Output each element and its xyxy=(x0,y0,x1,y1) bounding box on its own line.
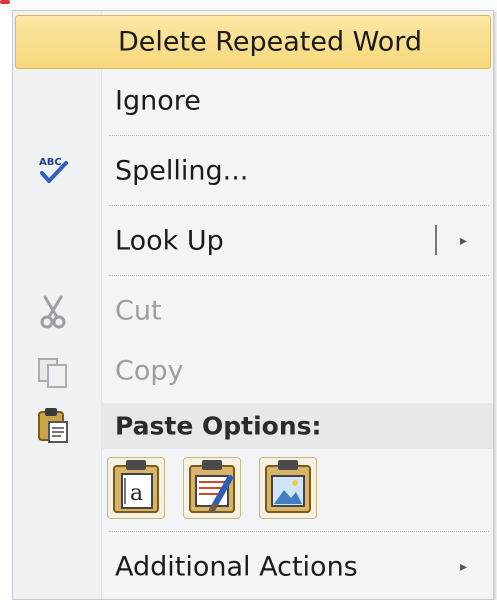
menu-separator xyxy=(109,205,489,206)
menu-item-label: Additional Actions xyxy=(115,551,358,583)
menu-item-copy[interactable]: Copy xyxy=(13,343,493,399)
menu-separator xyxy=(109,275,489,276)
menu-item-label: Copy xyxy=(115,355,184,387)
paste-icon xyxy=(33,406,73,446)
paste-keep-text-only-button[interactable]: a xyxy=(107,457,165,519)
submenu-arrow-icon: ▸ xyxy=(459,233,467,249)
svg-text:a: a xyxy=(130,481,143,506)
spellcheck-icon: ABC xyxy=(33,151,73,191)
paste-picture-button[interactable] xyxy=(259,457,317,519)
menu-item-ignore[interactable]: Ignore xyxy=(13,73,493,129)
menu-item-look-up[interactable]: Look Up ▸ xyxy=(13,213,493,269)
menu-item-additional-actions[interactable]: Additional Actions ▸ xyxy=(13,539,493,595)
paste-merge-formatting-button[interactable] xyxy=(183,457,241,519)
menu-separator xyxy=(109,531,489,532)
picture-icon xyxy=(265,460,311,513)
menu-separator xyxy=(109,135,489,136)
menu-item-label: Delete Repeated Word xyxy=(118,26,423,58)
keep-text-only-icon: a xyxy=(113,460,159,513)
menu-item-label: Ignore xyxy=(115,85,201,117)
menu-item-cut[interactable]: Cut xyxy=(13,283,493,339)
scissors-icon xyxy=(33,291,73,331)
menu-item-label: Cut xyxy=(115,295,162,327)
menu-item-label: Look Up xyxy=(115,225,224,257)
submenu-divider xyxy=(435,225,437,255)
menu-item-label: Spelling... xyxy=(115,155,249,187)
menu-item-delete-repeated-word[interactable]: Delete Repeated Word xyxy=(15,15,491,69)
paste-options-header: Paste Options: xyxy=(101,403,493,449)
submenu-arrow-icon: ▸ xyxy=(459,559,467,575)
context-menu: Delete Repeated Word Ignore ABC Spelling… xyxy=(12,10,494,600)
spelling-error-underline xyxy=(0,0,10,4)
svg-text:ABC: ABC xyxy=(39,157,62,168)
copy-icon xyxy=(33,351,73,391)
merge-formatting-icon xyxy=(189,460,235,514)
paste-options-label: Paste Options: xyxy=(115,411,322,441)
menu-item-spelling[interactable]: ABC Spelling... xyxy=(13,143,493,199)
